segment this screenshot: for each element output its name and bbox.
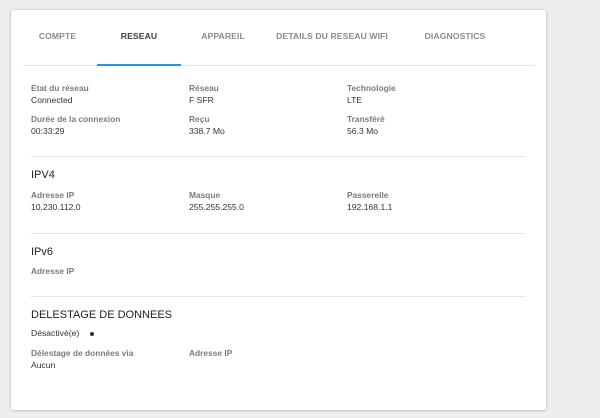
network-state-label: Etat du réseau [31, 83, 89, 93]
network-name-label: Réseau [189, 83, 219, 93]
ipv6-title: IPv6 [31, 246, 54, 258]
technology-label: Technologie [347, 83, 396, 93]
offload-status-value: Désactivé(e) [31, 328, 80, 338]
received-label: Reçu [189, 114, 210, 124]
ipv4-mask-value: 255.255.255.0 [189, 202, 244, 212]
offload-via-value: Aucun [31, 360, 56, 370]
received-value: 338.7 Mo [189, 126, 225, 136]
tab-compte[interactable]: COMPTE [23, 22, 92, 65]
tab-reseau[interactable]: RESEAU [97, 22, 181, 66]
offload-toggle-dot[interactable] [90, 332, 94, 336]
connection-duration-label: Durée de la connexion [31, 114, 121, 124]
connection-duration-value: 00:33:29 [31, 126, 65, 136]
tab-details-reseau-wifi[interactable]: DETAILS DU RESEAU WIFI [267, 22, 397, 65]
ipv4-mask-label: Masque [189, 190, 221, 200]
ipv4-title: IPV4 [31, 169, 55, 181]
offload-address-label: Adresse IP [189, 348, 233, 358]
offload-via-label: Délestage de données via [31, 348, 134, 358]
tab-bar: COMPTE RESEAU APPAREIL DETAILS DU RESEAU… [23, 22, 535, 66]
network-name-value: F SFR [189, 95, 214, 105]
section-divider [31, 233, 525, 234]
ipv4-address-label: Adresse IP [31, 190, 75, 200]
settings-card: COMPTE RESEAU APPAREIL DETAILS DU RESEAU… [11, 10, 546, 410]
section-divider [31, 156, 525, 157]
section-divider [31, 296, 525, 297]
network-state-value: Connected [31, 95, 73, 105]
ipv4-gateway-label: Passerelle [347, 190, 389, 200]
transferred-value: 56.3 Mo [347, 126, 379, 136]
technology-value: LTE [347, 95, 363, 105]
ipv4-gateway-value: 192.168.1.1 [347, 202, 393, 212]
ipv6-address-label: Adresse IP [31, 266, 75, 276]
tab-diagnostics[interactable]: DIAGNOSTICS [404, 22, 506, 65]
offload-title: DELESTAGE DE DONNEES [31, 309, 172, 321]
ipv4-address-value: 10.230.112.0 [31, 202, 81, 212]
transferred-label: Transféré [347, 114, 385, 124]
tab-appareil[interactable]: APPAREIL [186, 22, 260, 65]
